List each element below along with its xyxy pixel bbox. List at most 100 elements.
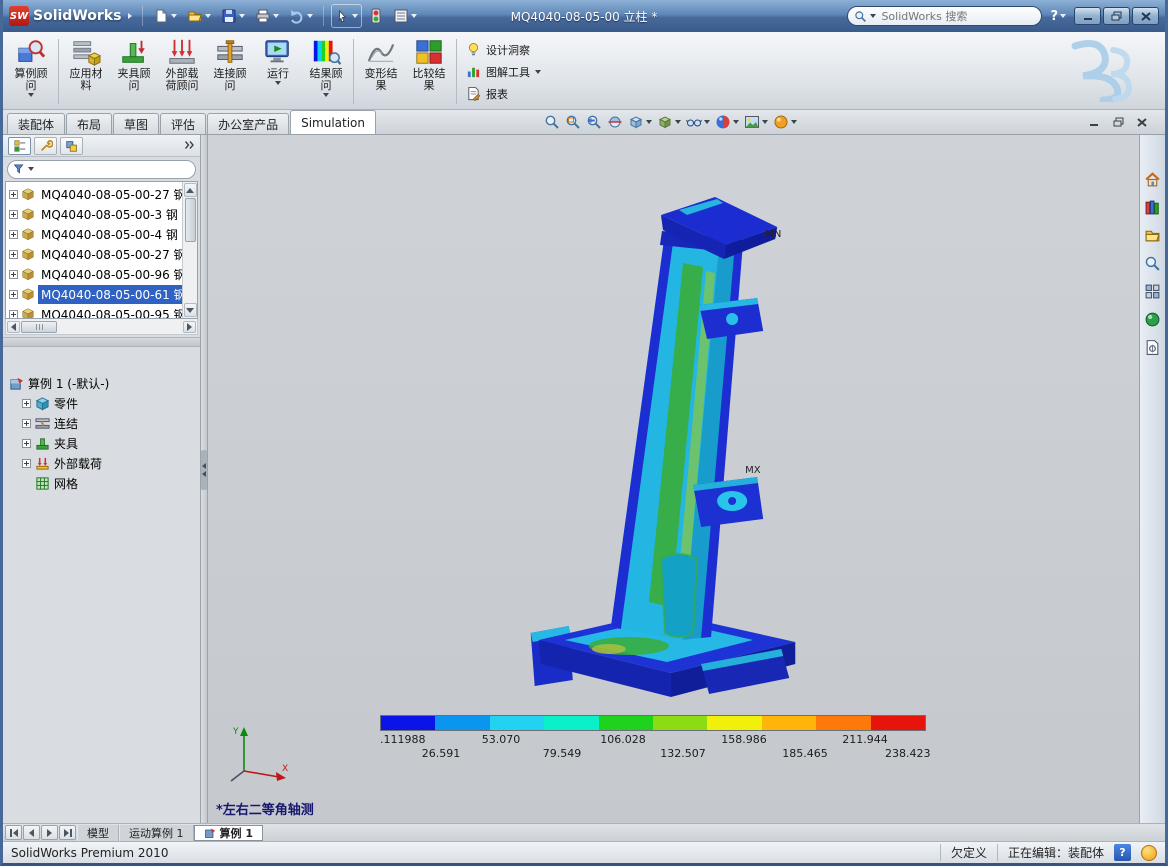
search-tab[interactable] <box>1143 253 1163 273</box>
expand-icon[interactable] <box>9 310 18 319</box>
options-button[interactable] <box>390 4 420 28</box>
file-explorer-tab[interactable] <box>1143 225 1163 245</box>
design-library-tab[interactable] <box>1143 197 1163 217</box>
zoom-area-button[interactable] <box>564 113 582 131</box>
expand-icon[interactable] <box>22 399 31 408</box>
view-settings-button[interactable] <box>772 113 798 131</box>
tab-assembly[interactable]: 装配体 <box>7 113 65 134</box>
print-button[interactable] <box>252 4 282 28</box>
expand-icon[interactable] <box>22 459 31 468</box>
solidworks-resources-tab[interactable] <box>1143 169 1163 189</box>
rebuild-button[interactable] <box>366 4 386 28</box>
scroll-left-button[interactable] <box>7 321 20 333</box>
undo-button[interactable] <box>286 4 316 28</box>
deformed-result-button[interactable]: 变形结果 <box>357 34 405 109</box>
open-button[interactable] <box>184 4 214 28</box>
help-button[interactable]: ? <box>1050 9 1066 24</box>
tab-study-1[interactable]: 算例 1 <box>194 825 263 841</box>
panel-viewport-splitter[interactable] <box>201 135 208 823</box>
close-button[interactable] <box>1132 7 1159 25</box>
connections-advisor-button[interactable]: 连接顾问 <box>206 34 254 109</box>
last-tab-button[interactable] <box>59 825 76 840</box>
expand-icon[interactable] <box>22 419 31 428</box>
study-item-connections[interactable]: 连结 <box>22 413 196 433</box>
section-view-button[interactable] <box>606 113 624 131</box>
tree-item[interactable]: MQ4040-08-05-00-27 钢 <box>6 184 182 204</box>
new-document-button[interactable] <box>150 4 180 28</box>
tree-item[interactable]: MQ4040-08-05-00-96 钢 <box>6 264 182 284</box>
apply-scene-button[interactable] <box>743 113 769 131</box>
expand-icon[interactable] <box>9 290 18 299</box>
zoom-fit-button[interactable] <box>543 113 561 131</box>
study-root-item[interactable]: 算例 1 (-默认-) <box>9 373 196 393</box>
view-palette-tab[interactable] <box>1143 281 1163 301</box>
tree-item[interactable]: MQ4040-08-05-00-95 钢 <box>6 304 182 318</box>
study-item-parts[interactable]: 零件 <box>22 393 196 413</box>
compare-results-button[interactable]: 比较结果 <box>405 34 453 109</box>
select-button[interactable] <box>331 4 362 28</box>
graphics-viewport[interactable]: MN MX .111988 <box>208 135 1139 823</box>
panel-split-handle[interactable] <box>3 337 200 347</box>
study-item-mesh[interactable]: 网格 <box>22 473 196 493</box>
search-box[interactable] <box>847 6 1042 26</box>
tree-item[interactable]: MQ4040-08-05-00-4 钢 <box>6 224 182 244</box>
tab-model[interactable]: 模型 <box>77 825 119 841</box>
hide-show-items-button[interactable] <box>685 113 711 131</box>
panel-expand-chevron[interactable] <box>184 139 195 153</box>
configurationmanager-tab[interactable] <box>60 137 83 155</box>
tab-sketch[interactable]: 草图 <box>113 113 159 134</box>
report-button[interactable]: 报表 <box>466 85 541 103</box>
scrollbar-thumb[interactable] <box>185 198 196 242</box>
scroll-down-button[interactable] <box>184 303 197 317</box>
edit-appearance-button[interactable] <box>714 113 740 131</box>
first-tab-button[interactable] <box>5 825 22 840</box>
doc-minimize-button[interactable] <box>1085 115 1103 129</box>
tip-indicator-icon[interactable] <box>1141 845 1157 861</box>
tab-motion-study-1[interactable]: 运动算例 1 <box>119 825 194 841</box>
expand-icon[interactable] <box>9 210 18 219</box>
tree-item-selected[interactable]: MQ4040-08-05-00-61 钢 <box>6 284 182 304</box>
custom-properties-tab[interactable] <box>1143 337 1163 357</box>
tree-filter-input[interactable] <box>7 160 196 179</box>
next-tab-button[interactable] <box>41 825 58 840</box>
propertymanager-tab[interactable] <box>34 137 57 155</box>
external-loads-advisor-button[interactable]: 外部载荷顾问 <box>158 34 206 109</box>
expand-icon[interactable] <box>9 270 18 279</box>
tab-evaluate[interactable]: 评估 <box>160 113 206 134</box>
expand-icon[interactable] <box>9 190 18 199</box>
results-advisor-button[interactable]: 结果顾问 <box>302 34 350 109</box>
appearances-scenes-tab[interactable] <box>1143 309 1163 329</box>
tree-horizontal-scrollbar[interactable] <box>5 319 198 335</box>
filter-caret[interactable] <box>28 167 34 171</box>
restore-button[interactable] <box>1103 7 1130 25</box>
scroll-up-button[interactable] <box>184 183 197 197</box>
study-item-external-loads[interactable]: 外部载荷 <box>22 453 196 473</box>
design-insight-button[interactable]: 设计洞察 <box>466 41 541 59</box>
study-item-fixtures[interactable]: 夹具 <box>22 433 196 453</box>
search-input[interactable] <box>879 9 1035 24</box>
study-advisor-button[interactable]: 算例顾问 <box>7 34 55 109</box>
doc-close-button[interactable] <box>1133 115 1151 129</box>
tab-office-products[interactable]: 办公室产品 <box>207 113 289 134</box>
featuremanager-tab[interactable] <box>8 137 31 155</box>
scrollbar-thumb[interactable] <box>21 321 57 333</box>
fixtures-advisor-button[interactable]: 夹具顾问 <box>110 34 158 109</box>
previous-tab-button[interactable] <box>23 825 40 840</box>
previous-view-button[interactable] <box>585 113 603 131</box>
apply-material-button[interactable]: 应用材料 <box>62 34 110 109</box>
tree-item[interactable]: MQ4040-08-05-00-27 钢 <box>6 244 182 264</box>
tab-simulation[interactable]: Simulation <box>290 110 376 134</box>
save-button[interactable] <box>218 4 248 28</box>
display-style-button[interactable] <box>656 113 682 131</box>
expand-icon[interactable] <box>22 439 31 448</box>
expand-icon[interactable] <box>9 250 18 259</box>
doc-restore-button[interactable] <box>1109 115 1127 129</box>
menu-expand-icon[interactable] <box>128 13 132 19</box>
quick-tips-help-button[interactable]: ? <box>1114 844 1131 861</box>
scroll-right-button[interactable] <box>183 321 196 333</box>
plot-tools-button[interactable]: 图解工具 <box>466 63 541 81</box>
tab-layout[interactable]: 布局 <box>66 113 112 134</box>
run-button[interactable]: 运行 <box>254 34 302 109</box>
view-orientation-button[interactable] <box>627 113 653 131</box>
minimize-button[interactable] <box>1074 7 1101 25</box>
